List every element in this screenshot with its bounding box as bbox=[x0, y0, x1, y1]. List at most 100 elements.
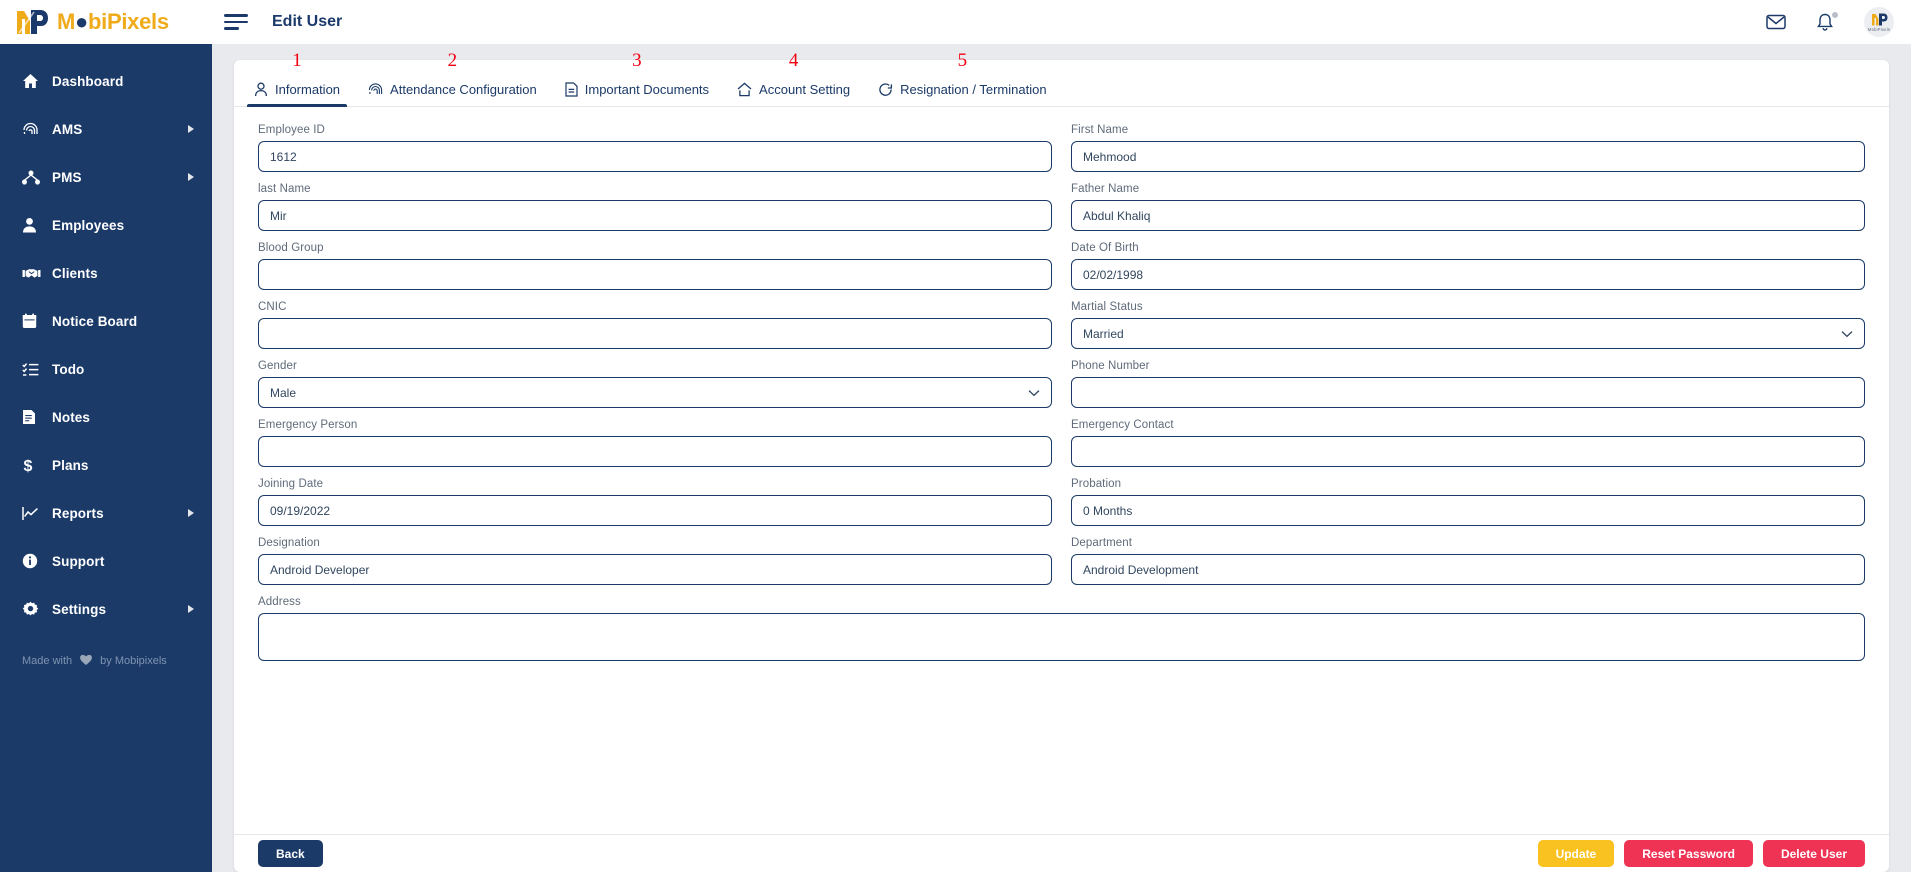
sidebar-item-plans[interactable]: $ Plans bbox=[0, 441, 212, 489]
sidebar-item-support[interactable]: Support bbox=[0, 537, 212, 585]
tab-label: Important Documents bbox=[584, 82, 710, 97]
last-name-input[interactable] bbox=[258, 200, 1052, 231]
field-address: Address bbox=[258, 596, 1865, 661]
brand-logo[interactable]: M●biPixels bbox=[0, 0, 212, 44]
hamburger-icon[interactable] bbox=[224, 12, 250, 32]
field-label: Phone Number bbox=[1071, 360, 1150, 372]
martial-status-select[interactable]: Married bbox=[1071, 318, 1865, 349]
emergency-person-input[interactable] bbox=[258, 436, 1052, 467]
first-name-input[interactable] bbox=[1071, 141, 1865, 172]
avatar[interactable]: MobiPixels bbox=[1864, 7, 1894, 37]
gender-select[interactable]: Male bbox=[258, 377, 1052, 408]
heart-icon bbox=[79, 653, 93, 669]
emergency-contact-input[interactable] bbox=[1071, 436, 1865, 467]
sidebar: Dashboard AMS PMS Employees Clients Noti… bbox=[0, 44, 212, 872]
avatar-label: MobiPixels bbox=[1867, 27, 1891, 33]
tab-important-documents[interactable]: 3 Important Documents bbox=[551, 50, 723, 106]
sidebar-item-ams[interactable]: AMS bbox=[0, 105, 212, 153]
bell-icon[interactable] bbox=[1816, 11, 1838, 32]
field-label: Department bbox=[1071, 537, 1133, 549]
field-label: CNIC bbox=[258, 301, 287, 313]
sidebar-item-label: Support bbox=[52, 553, 105, 569]
sidebar-item-pms[interactable]: PMS bbox=[0, 153, 212, 201]
note-icon bbox=[22, 409, 48, 425]
document-icon bbox=[565, 82, 578, 97]
father-name-input[interactable] bbox=[1071, 200, 1865, 231]
delete-user-button[interactable]: Delete User bbox=[1762, 840, 1865, 867]
app-root: M●biPixels Edit User MobiPixels Dashboar… bbox=[0, 0, 1911, 872]
handshake-icon bbox=[22, 267, 48, 280]
field-emergency-person: Emergency Person bbox=[258, 419, 1052, 467]
sidebar-item-label: Reports bbox=[52, 505, 104, 521]
field-label: Father Name bbox=[1071, 183, 1140, 195]
field-label: Martial Status bbox=[1071, 301, 1143, 313]
tab-information[interactable]: 1 Information bbox=[240, 50, 354, 107]
field-label: Emergency Person bbox=[258, 419, 358, 431]
tab-bar: 1 Information 2 Attendance Configuration… bbox=[234, 50, 1889, 107]
sidebar-item-clients[interactable]: Clients bbox=[0, 249, 212, 297]
field-department: Department bbox=[1071, 537, 1865, 585]
edit-user-card: 1 Information 2 Attendance Configuration… bbox=[234, 50, 1889, 872]
person-icon bbox=[254, 82, 268, 97]
top-bar: M●biPixels Edit User MobiPixels bbox=[0, 0, 1911, 44]
logout-icon bbox=[878, 82, 893, 97]
phone-number-input[interactable] bbox=[1071, 377, 1865, 408]
designation-input[interactable] bbox=[258, 554, 1052, 585]
footer-actions: Update Reset Password Delete User bbox=[1537, 840, 1865, 867]
tab-attendance-configuration[interactable]: 2 Attendance Configuration bbox=[354, 50, 551, 106]
sidebar-item-todo[interactable]: Todo bbox=[0, 345, 212, 393]
field-label: Employee ID bbox=[258, 124, 325, 136]
cnic-input[interactable] bbox=[258, 318, 1052, 349]
field-martial-status: Martial Status Married bbox=[1071, 301, 1865, 349]
field-gender: Gender Male bbox=[258, 360, 1052, 408]
field-blood-group: Blood Group bbox=[258, 242, 1052, 290]
info-icon bbox=[22, 553, 48, 569]
reset-password-button[interactable]: Reset Password bbox=[1624, 840, 1753, 867]
back-button[interactable]: Back bbox=[258, 840, 323, 867]
department-input[interactable] bbox=[1071, 554, 1865, 585]
network-icon bbox=[22, 170, 48, 185]
sidebar-item-notes[interactable]: Notes bbox=[0, 393, 212, 441]
field-label: Probation bbox=[1071, 478, 1122, 490]
update-button[interactable]: Update bbox=[1537, 840, 1615, 867]
tab-account-setting[interactable]: 4 Account Setting bbox=[723, 50, 864, 106]
dollar-icon: $ bbox=[22, 457, 48, 474]
fingerprint-icon bbox=[22, 121, 48, 138]
field-emergency-contact: Emergency Contact bbox=[1071, 419, 1865, 467]
field-cnic: CNIC bbox=[258, 301, 1052, 349]
date-of-birth-input[interactable] bbox=[1071, 259, 1865, 290]
sidebar-item-settings[interactable]: Settings bbox=[0, 585, 212, 633]
address-textarea[interactable] bbox=[258, 613, 1865, 661]
field-employee-id: Employee ID bbox=[258, 124, 1052, 172]
tab-resignation-termination[interactable]: 5 Resignation / Termination bbox=[864, 50, 1060, 106]
sidebar-item-label: PMS bbox=[52, 169, 82, 185]
sidebar-item-employees[interactable]: Employees bbox=[0, 201, 212, 249]
chevron-right-icon bbox=[188, 173, 194, 181]
sidebar-item-label: Notice Board bbox=[52, 313, 138, 329]
field-joining-date: Joining Date bbox=[258, 478, 1052, 526]
user-icon bbox=[22, 217, 48, 233]
field-father-name: Father Name bbox=[1071, 183, 1865, 231]
chart-line-icon bbox=[22, 506, 48, 521]
sidebar-item-notice-board[interactable]: Notice Board bbox=[0, 297, 212, 345]
tab-label: Attendance Configuration bbox=[390, 82, 537, 97]
gear-icon bbox=[22, 601, 48, 618]
field-first-name: First Name bbox=[1071, 124, 1865, 172]
checklist-icon bbox=[22, 362, 48, 377]
mail-icon[interactable] bbox=[1766, 14, 1786, 30]
sidebar-item-label: Notes bbox=[52, 409, 91, 425]
probation-input[interactable] bbox=[1071, 495, 1865, 526]
sidebar-item-dashboard[interactable]: Dashboard bbox=[0, 57, 212, 105]
joining-date-input[interactable] bbox=[258, 495, 1052, 526]
sidebar-item-reports[interactable]: Reports bbox=[0, 489, 212, 537]
field-label: First Name bbox=[1071, 124, 1129, 136]
field-last-name: last Name bbox=[258, 183, 1052, 231]
field-label: last Name bbox=[258, 183, 311, 195]
tab-label: Account Setting bbox=[759, 82, 851, 97]
mobipixels-logo-icon bbox=[14, 7, 50, 37]
field-phone-number: Phone Number bbox=[1071, 360, 1865, 408]
tab-annotation-number: 2 bbox=[447, 50, 458, 71]
field-label: Joining Date bbox=[258, 478, 324, 490]
blood-group-input[interactable] bbox=[258, 259, 1052, 290]
employee-id-input[interactable] bbox=[258, 141, 1052, 172]
